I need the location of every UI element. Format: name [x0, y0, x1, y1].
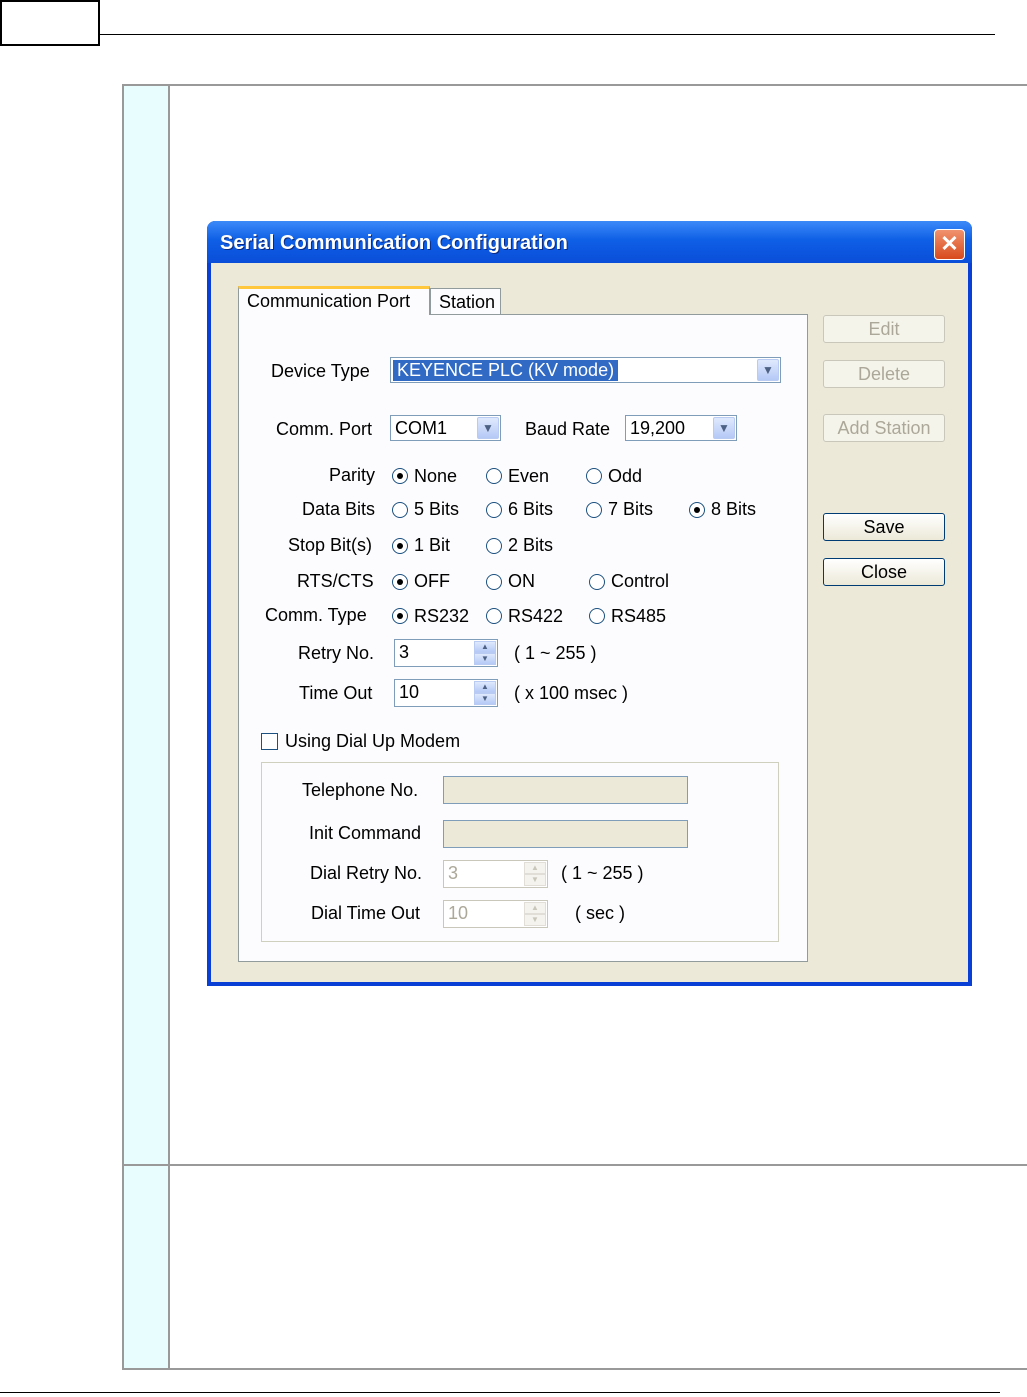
- spin-up-icon[interactable]: ▲: [524, 862, 546, 874]
- spin-down-icon[interactable]: ▼: [474, 693, 496, 705]
- close-icon[interactable]: ✕: [934, 229, 965, 260]
- page-footer-rule: [0, 1392, 1000, 1393]
- spin-up-icon[interactable]: ▲: [474, 641, 496, 653]
- radio-parity-none-label: None: [414, 466, 458, 486]
- dial-retry-stepper[interactable]: 3 ▲ ▼: [443, 860, 548, 888]
- spin-down-icon[interactable]: ▼: [524, 874, 546, 886]
- radio-parity-odd-label: Odd: [608, 466, 643, 486]
- dialog-client-area: Communication Port Station Device Type K…: [211, 263, 968, 982]
- radio-rts-on-label: ON: [508, 571, 535, 591]
- radio-rts-off-label: OFF: [414, 571, 450, 591]
- radio-parity-even-label: Even: [508, 466, 550, 486]
- retry-no-stepper[interactable]: 3 ▲ ▼: [394, 639, 498, 667]
- radio-data-bits-5[interactable]: [392, 502, 408, 518]
- retry-no-label: Retry No.: [298, 643, 375, 663]
- radio-comm-type-rs485-label: RS485: [611, 606, 667, 626]
- dial-time-out-unit: ( sec ): [575, 903, 626, 923]
- radio-data-bits-6-label: 6 Bits: [508, 499, 554, 519]
- telephone-label: Telephone No.: [302, 780, 419, 800]
- comm-port-label: Comm. Port: [276, 419, 373, 439]
- dial-time-out-label: Dial Time Out: [311, 903, 421, 923]
- time-out-label: Time Out: [299, 683, 373, 703]
- radio-parity-odd[interactable]: [586, 468, 602, 484]
- baud-rate-label: Baud Rate: [525, 419, 611, 439]
- chevron-down-icon[interactable]: ▼: [713, 417, 735, 439]
- serial-config-dialog: Serial Communication Configuration ✕ Com…: [207, 221, 972, 986]
- page-header-box: [0, 0, 100, 46]
- dial-time-out-value: 10: [448, 903, 469, 923]
- radio-comm-type-rs485[interactable]: [589, 608, 605, 624]
- radio-data-bits-5-label: 5 Bits: [414, 499, 460, 519]
- time-out-value: 10: [399, 682, 420, 702]
- radio-stop-bits-1-label: 1 Bit: [414, 535, 451, 555]
- radio-comm-type-rs422[interactable]: [486, 608, 502, 624]
- edit-button[interactable]: Edit: [823, 315, 945, 343]
- save-button[interactable]: Save: [823, 513, 945, 541]
- retry-no-value: 3: [399, 642, 410, 662]
- communication-port-panel: Device Type KEYENCE PLC (KV mode) ▼ Comm…: [238, 314, 808, 962]
- init-command-label: Init Command: [309, 823, 422, 843]
- spin-down-icon[interactable]: ▼: [524, 914, 546, 926]
- time-out-stepper[interactable]: 10 ▲ ▼: [394, 679, 498, 707]
- comm-port-select[interactable]: COM1 ▼: [390, 415, 501, 441]
- data-bits-label: Data Bits: [302, 499, 376, 519]
- radio-comm-type-rs232-label: RS232: [414, 606, 470, 626]
- baud-rate-value: 19,200: [630, 418, 686, 438]
- radio-rts-on[interactable]: [486, 574, 502, 590]
- radio-data-bits-7[interactable]: [586, 502, 602, 518]
- device-type-value: KEYENCE PLC (KV mode): [393, 360, 619, 381]
- dial-up-modem-checkbox[interactable]: [261, 733, 278, 750]
- dial-retry-range: ( 1 ~ 255 ): [561, 863, 644, 883]
- table-left-column: [124, 86, 170, 1368]
- radio-rts-off[interactable]: [392, 574, 408, 590]
- close-button[interactable]: Close: [823, 558, 945, 586]
- chevron-down-icon[interactable]: ▼: [757, 359, 779, 381]
- dialog-titlebar[interactable]: Serial Communication Configuration ✕: [207, 221, 972, 263]
- radio-parity-even[interactable]: [486, 468, 502, 484]
- tab-communication-port[interactable]: Communication Port: [238, 286, 430, 315]
- radio-rts-control[interactable]: [589, 574, 605, 590]
- dial-up-group: Telephone No. Init Command Dial Retry No…: [261, 762, 779, 942]
- tab-station[interactable]: Station: [430, 288, 501, 314]
- radio-data-bits-7-label: 7 Bits: [608, 499, 654, 519]
- dialog-title: Serial Communication Configuration: [220, 232, 568, 254]
- spin-up-icon[interactable]: ▲: [524, 902, 546, 914]
- dial-retry-value: 3: [448, 863, 459, 883]
- add-station-button[interactable]: Add Station: [823, 414, 945, 442]
- spin-down-icon[interactable]: ▼: [474, 653, 496, 665]
- radio-stop-bits-2[interactable]: [486, 538, 502, 554]
- radio-data-bits-8-label: 8 Bits: [711, 499, 757, 519]
- table-row-divider: [124, 1164, 1027, 1166]
- comm-port-value: COM1: [395, 418, 448, 438]
- radio-stop-bits-1[interactable]: [392, 538, 408, 554]
- rts-cts-label: RTS/CTS: [297, 571, 374, 591]
- radio-rts-control-label: Control: [611, 571, 670, 591]
- radio-stop-bits-2-label: 2 Bits: [508, 535, 554, 555]
- spin-up-icon[interactable]: ▲: [474, 681, 496, 693]
- dial-retry-label: Dial Retry No.: [310, 863, 423, 883]
- radio-parity-none[interactable]: [392, 468, 408, 484]
- telephone-field[interactable]: [443, 776, 688, 804]
- delete-button[interactable]: Delete: [823, 360, 945, 388]
- init-command-field[interactable]: [443, 820, 688, 848]
- dial-time-out-stepper[interactable]: 10 ▲ ▼: [443, 900, 548, 928]
- stop-bits-label: Stop Bit(s): [288, 535, 373, 555]
- radio-comm-type-rs232[interactable]: [392, 608, 408, 624]
- parity-label: Parity: [329, 465, 376, 485]
- radio-comm-type-rs422-label: RS422: [508, 606, 564, 626]
- page-header-rule: [98, 34, 995, 35]
- comm-type-label: Comm. Type: [265, 605, 367, 625]
- radio-data-bits-6[interactable]: [486, 502, 502, 518]
- retry-no-range: ( 1 ~ 255 ): [514, 643, 597, 663]
- device-type-label: Device Type: [271, 361, 370, 381]
- baud-rate-select[interactable]: 19,200 ▼: [625, 415, 737, 441]
- chevron-down-icon[interactable]: ▼: [477, 417, 499, 439]
- device-type-select[interactable]: KEYENCE PLC (KV mode) ▼: [390, 357, 781, 383]
- dial-up-modem-label: Using Dial Up Modem: [285, 731, 461, 751]
- time-out-unit: ( x 100 msec ): [514, 683, 629, 703]
- radio-data-bits-8[interactable]: [689, 502, 705, 518]
